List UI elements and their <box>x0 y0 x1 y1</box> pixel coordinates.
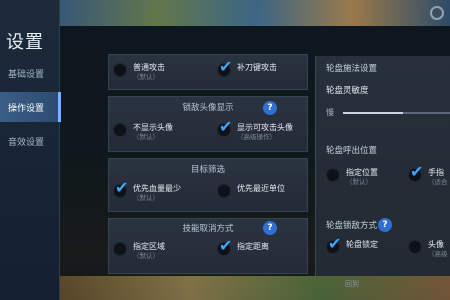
section-title: 锁敌头像显示 <box>182 103 234 113</box>
lowest-hp-option[interactable]: ✔ 优先血量最少 （默认） <box>113 180 181 203</box>
option-label: 轮盘锁定 <box>346 240 378 249</box>
option-label: 指定区域 <box>133 242 165 251</box>
radio-circle[interactable]: ✔ <box>217 59 232 77</box>
check-icon: ✔ <box>219 57 233 76</box>
page-title: 设置 <box>6 32 44 53</box>
option-label: 普通攻击 <box>133 63 165 72</box>
option-sub: （默认） <box>346 178 372 186</box>
check-icon: ✔ <box>328 234 342 253</box>
sensitivity-slider-fill <box>343 112 403 114</box>
option-label: 不显示头像 <box>133 123 173 132</box>
sidebar-item-sound[interactable]: 音效设置 <box>0 126 60 156</box>
radio-circle[interactable] <box>113 63 127 77</box>
section-title: 目标筛选 <box>190 165 225 175</box>
finger-position-option[interactable]: ✔ 手指 （适合 <box>408 164 448 187</box>
radio-circle[interactable]: ✔ <box>113 180 128 198</box>
settings-sidebar: 设置 基础设置 操作设置 音效设置 <box>0 0 61 300</box>
option-sub: （默认） <box>133 73 159 81</box>
show-avatar-option[interactable]: ✔ 显示可攻击头像 （高级操作） <box>217 119 293 142</box>
no-avatar-option[interactable]: 不显示头像 （默认） <box>113 123 173 142</box>
radio-circle[interactable]: ✔ <box>408 164 423 182</box>
bottom-hint: 回到 <box>345 280 359 288</box>
option-label: 手指 <box>428 168 444 177</box>
radio-circle[interactable] <box>326 168 340 182</box>
option-label: 头像 <box>428 240 444 249</box>
wheel-cast-title: 轮盘施法设置 <box>326 64 378 74</box>
normal-attack-option[interactable]: 普通攻击 （默认） <box>113 63 165 82</box>
option-sub: （适合 <box>428 178 448 186</box>
help-icon[interactable]: ? <box>378 218 392 232</box>
option-sub: （高级 <box>428 250 448 258</box>
cancel-area-option[interactable]: 指定区域 （默认） <box>113 242 165 261</box>
sensitivity-label: 轮盘灵敏度 <box>326 86 369 96</box>
check-icon: ✔ <box>410 162 424 181</box>
check-icon: ✔ <box>219 236 233 255</box>
nearest-unit-option[interactable]: 优先最近单位 <box>217 184 285 198</box>
option-sub: （默认） <box>133 133 159 141</box>
radio-circle[interactable] <box>408 240 422 254</box>
option-label: 优先最近单位 <box>237 184 285 193</box>
wheel-position-title: 轮盘呼出位置 <box>326 146 378 156</box>
radio-circle[interactable]: ✔ <box>326 236 341 254</box>
radio-circle[interactable] <box>113 123 127 137</box>
radio-circle[interactable]: ✔ <box>217 119 232 137</box>
option-sub: （高级操作） <box>237 133 276 141</box>
radio-circle[interactable]: ✔ <box>217 238 232 256</box>
option-sub: （默认） <box>133 194 159 202</box>
option-label: 指定位置 <box>346 168 378 177</box>
wheel-lock-option[interactable]: ✔ 轮盘锁定 <box>326 236 378 254</box>
section-title: 技能取消方式 <box>182 224 234 234</box>
sidebar-item-basic[interactable]: 基础设置 <box>0 58 60 88</box>
option-label: 优先血量最少 <box>133 184 181 193</box>
fixed-position-option[interactable]: 指定位置 （默认） <box>326 168 378 187</box>
option-label: 显示可攻击头像 <box>237 123 293 132</box>
last-hit-attack-option[interactable]: ✔ 补刀键攻击 <box>217 59 277 77</box>
sidebar-item-controls[interactable]: 操作设置 <box>0 92 61 122</box>
option-label: 指定距离 <box>237 242 269 251</box>
avatar-lock-option[interactable]: 头像 （高级 <box>408 240 448 259</box>
game-background-top <box>60 0 450 26</box>
check-icon: ✔ <box>219 117 233 136</box>
lock-mode-title: 轮盘锁敌方式 <box>326 221 378 231</box>
sidebar-item-label: 操作设置 <box>8 103 45 114</box>
option-label: 补刀键攻击 <box>237 63 277 72</box>
cancel-distance-option[interactable]: ✔ 指定距离 <box>217 238 269 256</box>
slow-label: 慢 <box>326 108 334 117</box>
sidebar-item-label: 音效设置 <box>8 137 45 148</box>
option-sub: （默认） <box>133 252 159 260</box>
gear-icon[interactable] <box>430 6 444 20</box>
help-icon[interactable]: ? <box>263 101 277 115</box>
radio-circle[interactable] <box>113 242 127 256</box>
radio-circle[interactable] <box>217 184 231 198</box>
help-icon[interactable]: ? <box>263 221 277 235</box>
check-icon: ✔ <box>115 178 129 197</box>
sidebar-item-label: 基础设置 <box>8 69 45 80</box>
